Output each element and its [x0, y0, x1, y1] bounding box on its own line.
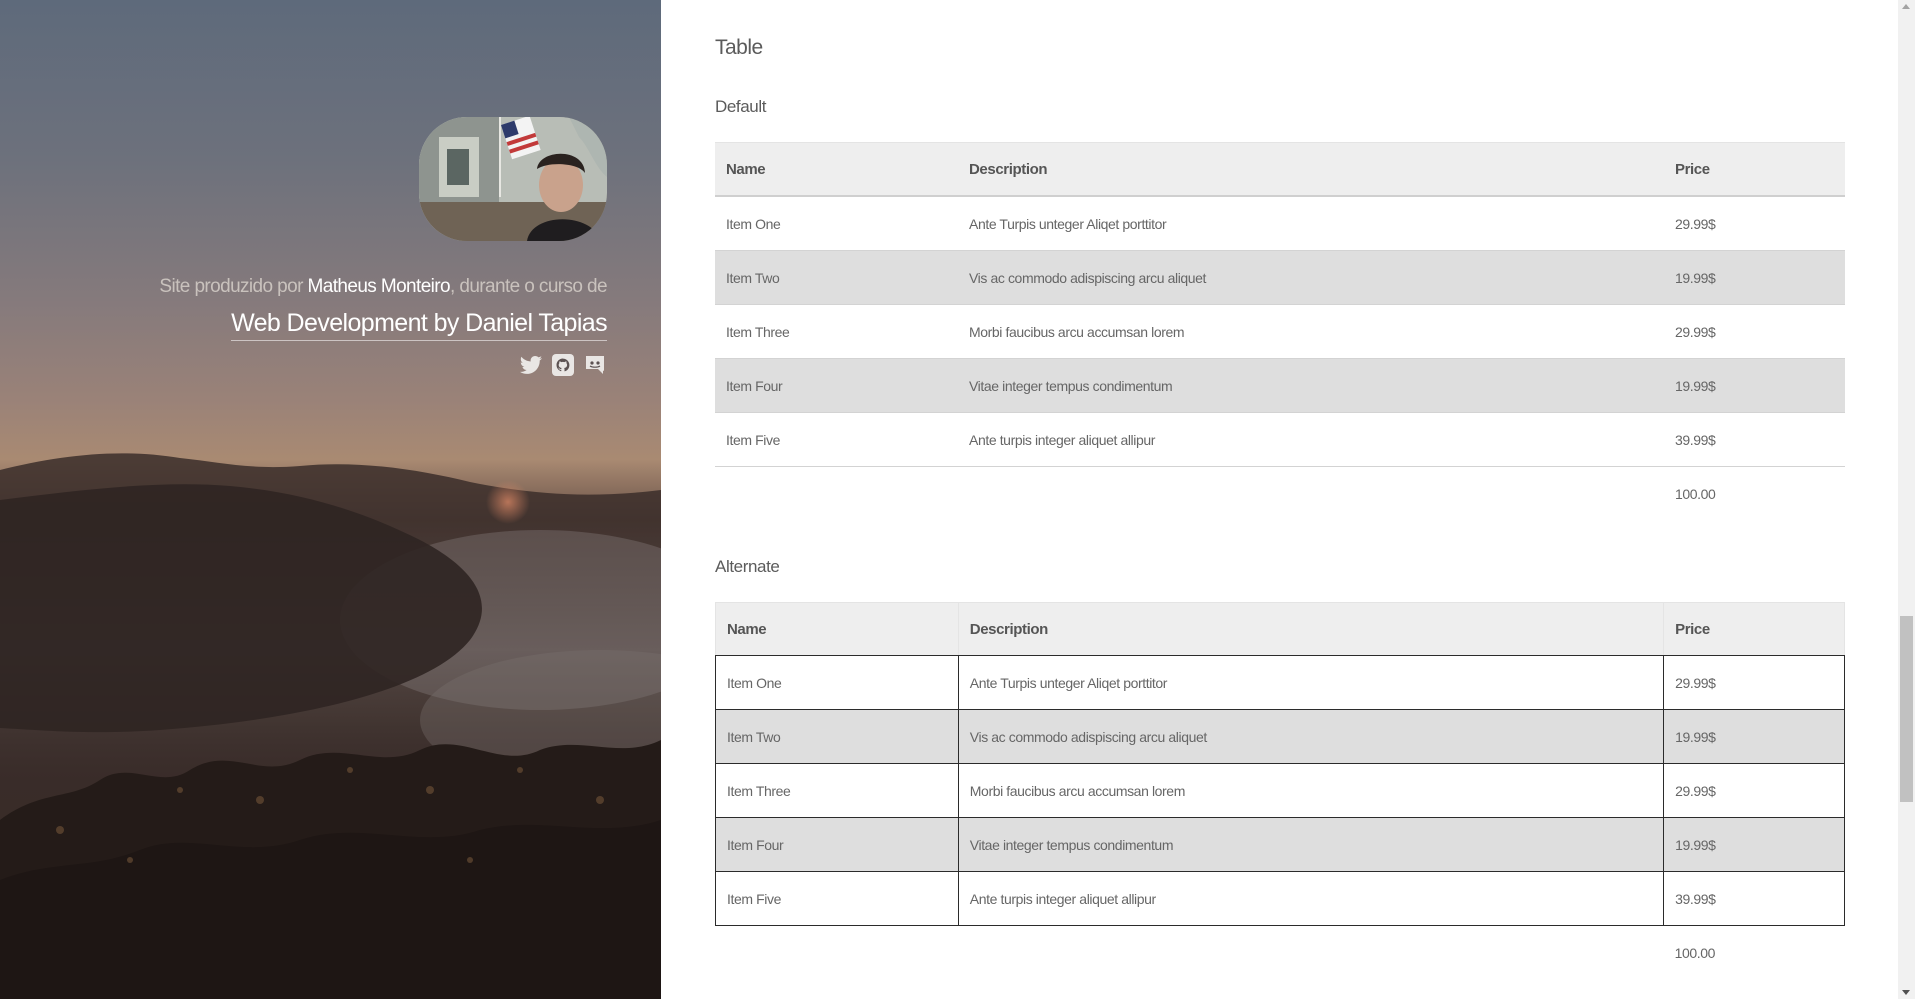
- cell-description: Ante Turpis unteger Aliqet porttitor: [957, 655, 1665, 710]
- author-link[interactable]: Matheus Monteiro: [308, 276, 451, 297]
- column-header-name: Name: [715, 142, 958, 197]
- table-row: Item Two Vis ac commodo adispiscing arcu…: [715, 250, 1845, 305]
- page: Site produzido por Matheus Monteiro, dur…: [0, 0, 1915, 999]
- cell-price: 39.99$: [1663, 871, 1845, 926]
- cell-description: Morbi faucibus arcu accumsan lorem: [957, 763, 1665, 818]
- table-row: Item One Ante Turpis unteger Aliqet port…: [715, 655, 1845, 710]
- cell-price: 29.99$: [1664, 196, 1845, 251]
- cell-price: 19.99$: [1663, 817, 1845, 872]
- alternate-table-title: Alternate: [715, 557, 780, 576]
- cell-name: Item Two: [715, 250, 958, 305]
- cell-price: 29.99$: [1664, 304, 1845, 359]
- table-row: Item One Ante Turpis unteger Aliqet port…: [715, 196, 1845, 251]
- cell-name: Item Four: [715, 358, 958, 413]
- twitter-icon[interactable]: [519, 353, 543, 377]
- default-table-title: Default: [715, 97, 767, 116]
- cell-name: Item Five: [715, 871, 959, 926]
- table-header-row: Name Description Price: [715, 142, 1845, 197]
- cell-name: Item Three: [715, 304, 958, 359]
- table-row: Item Four Vitae integer tempus condiment…: [715, 358, 1845, 413]
- scroll-up-arrow-icon[interactable]: [1902, 4, 1910, 9]
- column-header-price: Price: [1663, 602, 1845, 656]
- column-header-name: Name: [715, 602, 959, 656]
- table-row: Item Three Morbi faucibus arcu accumsan …: [715, 304, 1845, 359]
- table-row: Item Five Ante turpis integer aliquet al…: [715, 871, 1845, 926]
- vertical-scrollbar[interactable]: [1898, 0, 1915, 999]
- table-footer-row: 100.00: [715, 466, 1845, 520]
- column-header-price: Price: [1664, 142, 1845, 197]
- cell-description: Ante turpis integer aliquet allipur: [957, 871, 1665, 926]
- cell-description: Ante turpis integer aliquet allipur: [958, 412, 1664, 467]
- cell-name: Item One: [715, 655, 959, 710]
- discord-icon[interactable]: [583, 353, 607, 377]
- cell-price: 19.99$: [1663, 709, 1845, 764]
- alternate-table: Name Description Price Item One Ante Tur…: [715, 602, 1845, 979]
- table-footer-row: 100.00: [715, 925, 1845, 979]
- scrollbar-thumb[interactable]: [1900, 616, 1913, 802]
- cell-description: Vitae integer tempus condimentum: [958, 358, 1664, 413]
- cell-name: Item Five: [715, 412, 958, 467]
- column-header-description: Description: [958, 142, 1664, 197]
- default-table: Name Description Price Item One Ante Tur…: [715, 142, 1845, 520]
- cell-description: Ante Turpis unteger Aliqet porttitor: [958, 196, 1664, 251]
- cell-price: 19.99$: [1664, 358, 1845, 413]
- cell-name: Item Four: [715, 817, 959, 872]
- table-row: Item Three Morbi faucibus arcu accumsan …: [715, 763, 1845, 818]
- table-total: 100.00: [1663, 925, 1845, 979]
- table-row: Item Four Vitae integer tempus condiment…: [715, 817, 1845, 872]
- cell-name: Item One: [715, 196, 958, 251]
- cell-price: 39.99$: [1664, 412, 1845, 467]
- social-links: [519, 353, 607, 377]
- section-title: Table: [715, 36, 763, 59]
- cell-description: Vis ac commodo adispiscing arcu aliquet: [958, 250, 1664, 305]
- table-header-row: Name Description Price: [715, 602, 1845, 656]
- cell-name: Item Three: [715, 763, 959, 818]
- cell-price: 19.99$: [1664, 250, 1845, 305]
- cell-price: 29.99$: [1663, 763, 1845, 818]
- column-header-description: Description: [957, 602, 1665, 656]
- sidebar: Site produzido por Matheus Monteiro, dur…: [0, 0, 661, 999]
- credit-prefix: Site produzido por: [159, 276, 308, 297]
- scroll-down-arrow-icon[interactable]: [1902, 990, 1910, 995]
- credit-text: Site produzido por Matheus Monteiro, dur…: [47, 274, 607, 300]
- table-total: 100.00: [1664, 466, 1845, 520]
- main-content: Table Default Name Description Price Ite…: [661, 0, 1898, 999]
- credit-suffix: , durante o curso de: [450, 276, 608, 297]
- table-row: Item Two Vis ac commodo adispiscing arcu…: [715, 709, 1845, 764]
- cell-name: Item Two: [715, 709, 959, 764]
- github-icon[interactable]: [551, 353, 575, 377]
- cell-description: Vis ac commodo adispiscing arcu aliquet: [957, 709, 1665, 764]
- avatar: [419, 117, 607, 241]
- course-link[interactable]: Web Development by Daniel Tapias: [231, 306, 608, 341]
- table-row: Item Five Ante turpis integer aliquet al…: [715, 412, 1845, 467]
- cell-price: 29.99$: [1663, 655, 1845, 710]
- cell-description: Vitae integer tempus condimentum: [957, 817, 1665, 872]
- cell-description: Morbi faucibus arcu accumsan lorem: [958, 304, 1664, 359]
